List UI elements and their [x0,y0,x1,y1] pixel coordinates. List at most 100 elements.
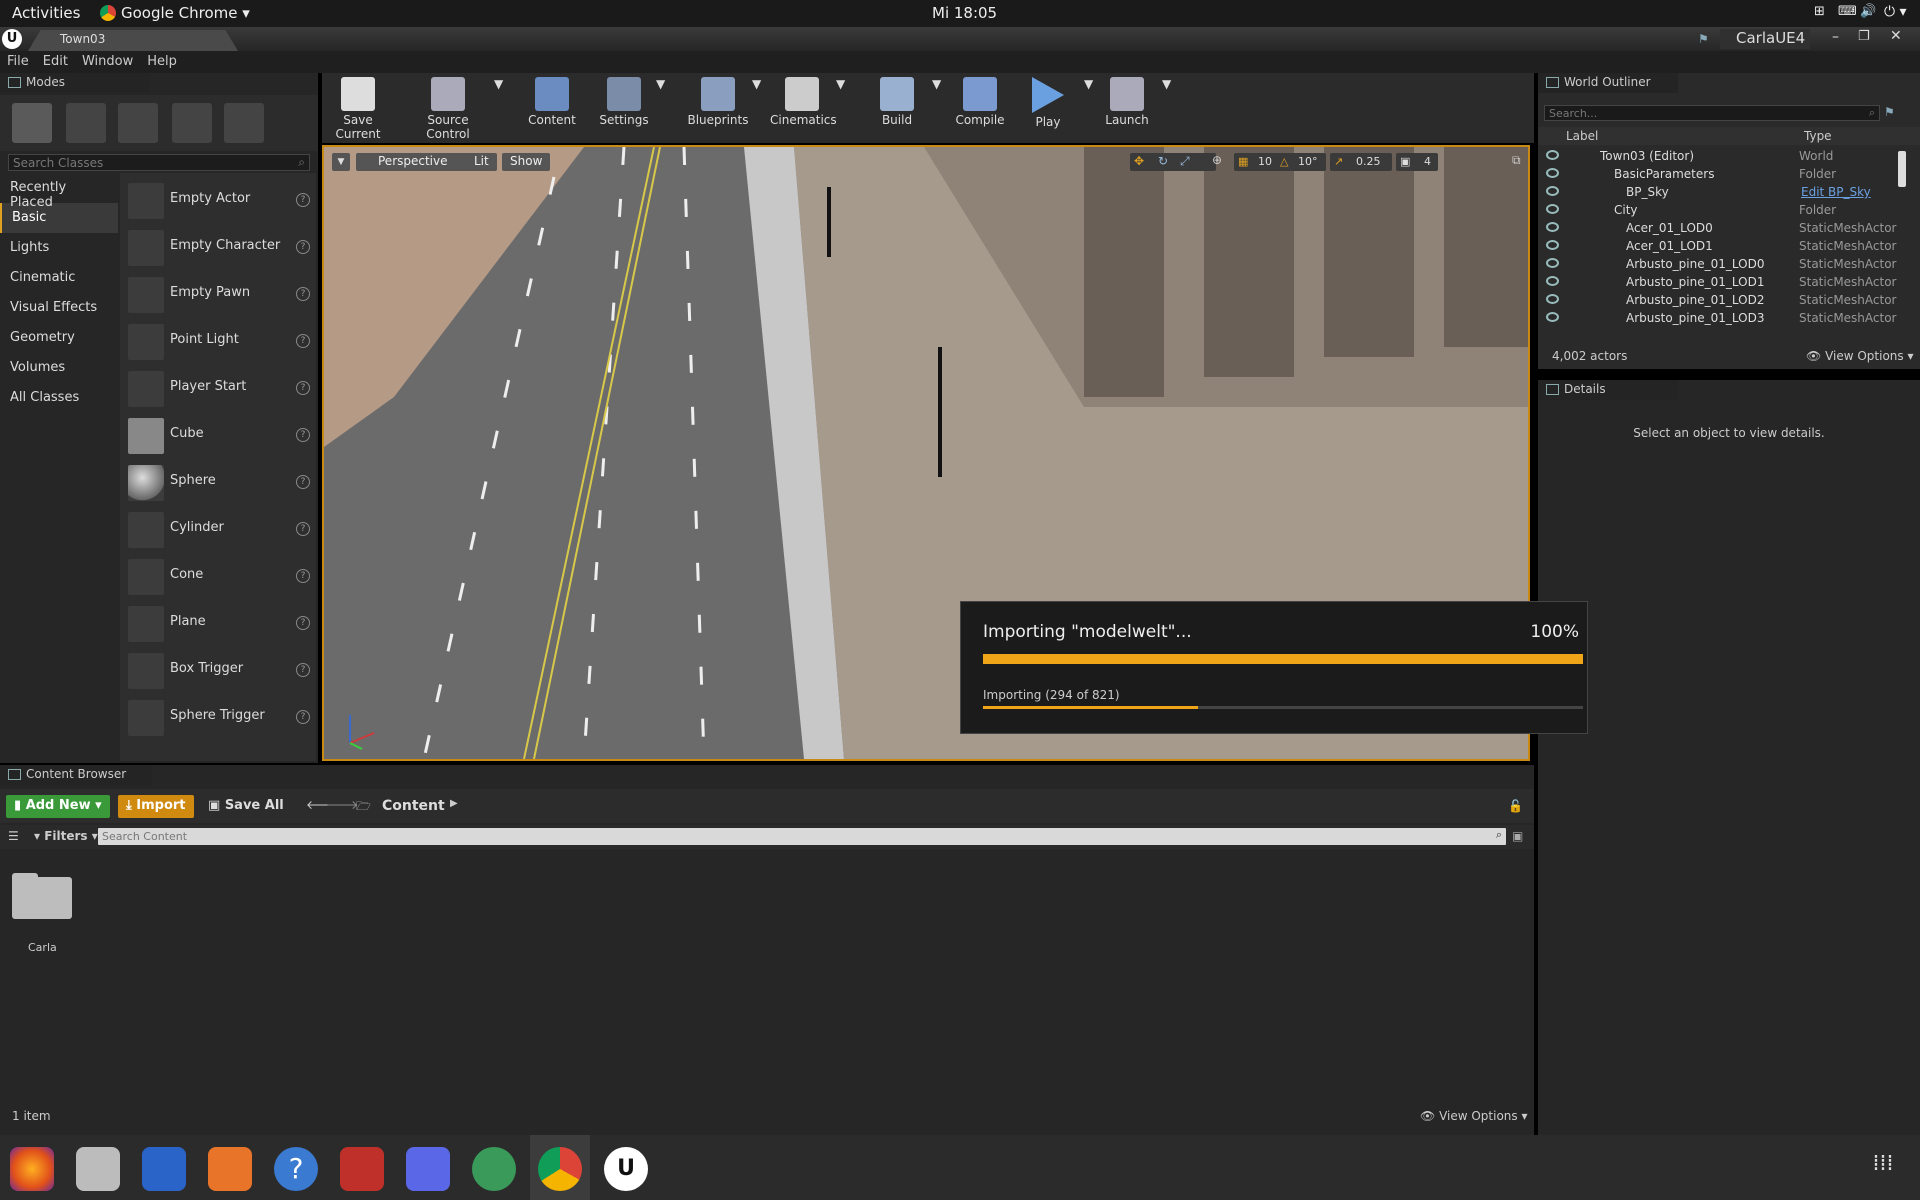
table-row[interactable]: Acer_01_LOD0 StaticMeshActor [1538,219,1920,237]
world-outliner-tab[interactable]: World Outliner [1538,73,1678,93]
camera-speed[interactable]: ▣ 4 [1396,153,1438,171]
settings-dropdown[interactable]: ▼ [656,77,665,91]
menu-window[interactable]: Window [75,51,140,72]
rotate-tool-icon[interactable]: ↻ [1158,154,1168,168]
blueprints-dropdown[interactable]: ▼ [752,77,761,91]
atom-icon[interactable] [472,1147,516,1191]
folder-item[interactable] [12,869,72,929]
list-item[interactable]: Cube? [120,412,316,459]
help-icon[interactable]: ? [296,710,310,724]
paint-mode-icon[interactable] [66,103,106,143]
app-grid-icon[interactable]: ⁞⁞⁞ [1866,1151,1900,1185]
grid-snap-value[interactable]: 10 [1258,155,1272,168]
cinematics-button[interactable]: Cinematics [770,77,837,127]
table-row[interactable]: Town03 (Editor) World [1538,147,1920,165]
content-button[interactable]: Content [522,77,582,127]
maximize-button[interactable]: ❐ [1858,29,1870,44]
list-item[interactable]: Player Start? [120,365,316,412]
help-icon[interactable]: ? [296,193,310,207]
save-current-button[interactable]: Save Current [328,77,388,141]
table-row[interactable]: Arbusto_pine_01_LOD3 StaticMeshActor [1538,309,1920,327]
content-browser-tab[interactable]: Content Browser [0,765,152,785]
type-column-header[interactable]: Type [1804,129,1832,143]
list-item[interactable]: Empty Actor? [120,177,316,224]
scale-tool-icon[interactable]: ⤢ [1180,154,1190,169]
activities-button[interactable]: Activities [12,4,80,22]
source-control-button[interactable]: Source Control [408,77,488,141]
cinematics-dropdown[interactable]: ▼ [836,77,845,91]
help-icon[interactable]: ? [296,569,310,583]
volume-icon[interactable]: 🔊 [1860,4,1876,19]
category-lights[interactable]: Lights [0,233,118,263]
add-new-button[interactable]: ▮ Add New ▾ [6,795,110,818]
help-icon[interactable]: ? [296,287,310,301]
table-row[interactable]: Arbusto_pine_01_LOD2 StaticMeshActor [1538,291,1920,309]
blueprints-button[interactable]: Blueprints [686,77,750,127]
eye-icon[interactable] [1546,150,1559,160]
table-row[interactable]: Arbusto_pine_01_LOD1 StaticMeshActor [1538,273,1920,291]
help-icon[interactable]: ? [296,616,310,630]
help-icon[interactable]: ? [296,475,310,489]
rotation-snap-icon[interactable]: △ [1280,155,1288,168]
filters-button[interactable]: ▾ Filters ▾ [34,829,98,843]
list-item[interactable]: Sphere? [120,459,316,506]
import-button[interactable]: ⤓ Import [118,795,194,818]
forward-arrow-icon[interactable]: 🡒 [326,797,358,812]
eye-icon[interactable] [1546,168,1559,178]
launch-dropdown[interactable]: ▼ [1162,77,1171,91]
help-icon[interactable]: ? [296,522,310,536]
power-icon[interactable]: ⏻ ▾ [1884,4,1907,20]
grid-snap-icon[interactable]: ▦ [1238,155,1248,168]
eye-icon[interactable] [1546,204,1559,214]
source-control-dropdown[interactable]: ▼ [494,77,503,91]
details-tab[interactable]: Details [1538,380,1678,400]
sources-toggle-icon[interactable]: ☰ [8,829,19,843]
list-item[interactable]: Cylinder? [120,506,316,553]
launch-button[interactable]: Launch [1102,77,1152,127]
play-dropdown[interactable]: ▼ [1084,77,1093,91]
writer-icon[interactable] [142,1147,186,1191]
category-volumes[interactable]: Volumes [0,353,118,383]
category-cinematic[interactable]: Cinematic [0,263,118,293]
keyboard-icon[interactable]: ⌨ [1838,4,1857,19]
edit-blueprint-link[interactable]: Edit BP_Sky [1801,185,1871,199]
table-row[interactable]: Acer_01_LOD1 StaticMeshActor [1538,237,1920,255]
outliner-view-options[interactable]: 👁 View Options ▾ [1806,349,1914,363]
place-mode-icon[interactable] [12,103,52,143]
play-button[interactable]: Play [1028,77,1068,129]
minimize-button[interactable]: – [1832,29,1839,45]
terminal-icon[interactable] [340,1147,384,1191]
discord-icon[interactable] [406,1147,450,1191]
software-center-icon[interactable] [208,1147,252,1191]
close-button[interactable]: ✕ [1890,28,1902,44]
category-all-classes[interactable]: All Classes [0,383,118,413]
category-visual-effects[interactable]: Visual Effects [0,293,118,323]
settings-button[interactable]: Settings [594,77,654,127]
outliner-search-input[interactable]: Search... ⌕ [1544,105,1880,121]
list-item[interactable]: Point Light? [120,318,316,365]
list-item[interactable]: Box Trigger? [120,647,316,694]
content-view-options[interactable]: 👁 View Options ▾ [1420,1109,1528,1123]
help-icon[interactable]: ? [274,1147,318,1191]
help-icon[interactable]: ? [296,428,310,442]
label-column-header[interactable]: Label [1566,129,1598,143]
firefox-icon[interactable] [10,1147,54,1191]
save-all-button[interactable]: ▣ Save All [208,798,284,813]
transform-tools[interactable]: ✥ ↻ ⤢ [1130,153,1216,171]
level-tab[interactable]: Town03 [28,30,238,51]
build-button[interactable]: Build [872,77,922,127]
list-item[interactable]: Plane? [120,600,316,647]
category-geometry[interactable]: Geometry [0,323,118,353]
build-dropdown[interactable]: ▼ [932,77,941,91]
compile-button[interactable]: Compile [950,77,1010,127]
lock-icon[interactable]: 🔓 [1508,799,1523,813]
outliner-scrollbar[interactable] [1898,151,1906,187]
table-row[interactable]: Arbusto_pine_01_LOD0 StaticMeshActor [1538,255,1920,273]
help-icon[interactable]: ? [296,240,310,254]
lit-button[interactable]: Lit [452,153,497,171]
menu-edit[interactable]: Edit [36,51,75,72]
path-breadcrumb[interactable]: Content [382,798,445,814]
move-tool-icon[interactable]: ✥ [1134,154,1144,168]
landscape-mode-icon[interactable] [118,103,158,143]
save-search-icon[interactable]: ▣ [1512,829,1523,843]
